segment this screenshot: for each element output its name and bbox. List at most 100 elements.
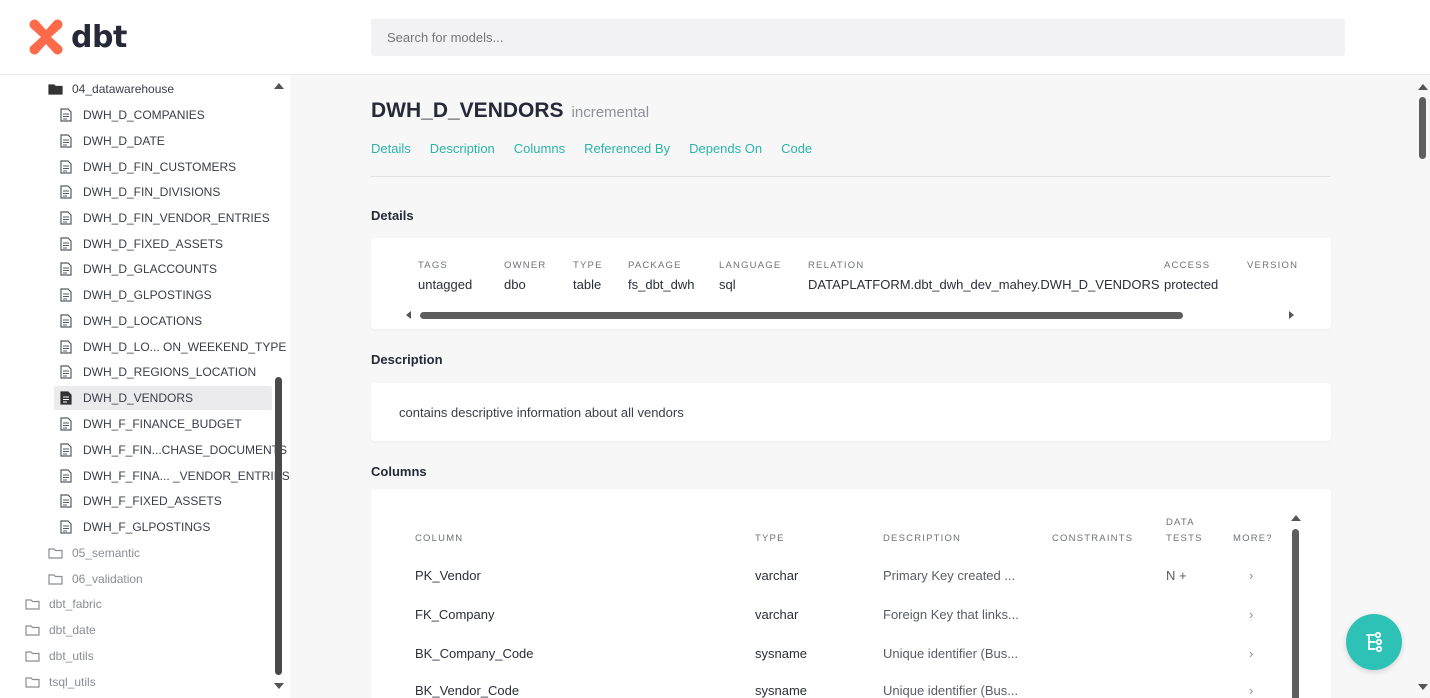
detail-key: OWNER bbox=[504, 260, 547, 271]
file-icon bbox=[58, 519, 74, 535]
search-input[interactable] bbox=[371, 19, 1345, 56]
file-icon bbox=[58, 468, 74, 484]
sidebar-item-dwh-f-fixed-assets[interactable]: DWH_F_FIXED_ASSETS bbox=[58, 489, 222, 513]
sidebar-item-label: DWH_F_FIXED_ASSETS bbox=[83, 494, 222, 508]
sidebar-item-dbt-date[interactable]: dbt_date bbox=[24, 618, 96, 642]
detail-key: PACKAGE bbox=[628, 260, 682, 271]
folder-icon bbox=[24, 596, 40, 612]
detail-key: RELATION bbox=[808, 260, 865, 271]
sidebar-item-label: DWH_D_GLACCOUNTS bbox=[83, 262, 218, 276]
sidebar-scroll-down-icon[interactable] bbox=[274, 683, 284, 689]
columns-scroll-up-icon[interactable] bbox=[1291, 515, 1301, 521]
col-header-data: DATA bbox=[1166, 517, 1195, 528]
sidebar-item-dwh-f-glpostings[interactable]: DWH_F_GLPOSTINGS bbox=[58, 515, 210, 539]
tab-description[interactable]: Description bbox=[430, 141, 495, 156]
model-tabs: Details Description Columns Referenced B… bbox=[371, 141, 812, 156]
sidebar-item-dwh-d-glaccounts[interactable]: DWH_D_GLACCOUNTS bbox=[58, 257, 217, 281]
detail-key: VERSION bbox=[1247, 260, 1299, 271]
sidebar-scroll-up-icon[interactable] bbox=[274, 83, 284, 89]
file-icon bbox=[58, 390, 74, 406]
column-tests: N + bbox=[1166, 568, 1187, 583]
detail-value: dbo bbox=[504, 277, 526, 292]
sidebar-item-06-validation[interactable]: 06_validation bbox=[47, 567, 143, 591]
column-name[interactable]: FK_Company bbox=[415, 607, 494, 622]
tabs-divider bbox=[371, 176, 1331, 177]
sidebar-item-dwh-d-glpostings[interactable]: DWH_D_GLPOSTINGS bbox=[58, 283, 212, 307]
tab-code[interactable]: Code bbox=[781, 141, 812, 156]
main-scroll-down-icon[interactable] bbox=[1418, 684, 1428, 690]
sidebar-item-label: DWH_D_FIN_CUSTOMERS bbox=[83, 160, 237, 174]
column-name[interactable]: PK_Vendor bbox=[415, 568, 481, 583]
lineage-graph-icon bbox=[1366, 631, 1383, 653]
sidebar-item-tsql-utils[interactable]: tsql_utils bbox=[24, 670, 96, 694]
row-expand-chevron-icon[interactable]: › bbox=[1249, 568, 1253, 583]
sidebar-item-dwh-f-fina-vendor-entries[interactable]: DWH_F_FINA... _VENDOR_ENTRIES bbox=[58, 464, 290, 488]
details-heading: Details bbox=[371, 208, 414, 223]
detail-value: fs_dbt_dwh bbox=[628, 277, 695, 292]
folder-icon bbox=[47, 571, 63, 587]
file-icon bbox=[58, 133, 74, 149]
sidebar-item-dwh-f-fin-chase-documents[interactable]: DWH_F_FIN...CHASE_DOCUMENTS bbox=[58, 438, 287, 462]
row-expand-chevron-icon[interactable]: › bbox=[1249, 646, 1253, 661]
columns-card: COLUMN TYPE DESCRIPTION CONSTRAINTS DATA… bbox=[371, 489, 1331, 698]
sidebar-item-05-semantic[interactable]: 05_semantic bbox=[47, 541, 140, 565]
sidebar-item-dwh-d-vendors[interactable]: DWH_D_VENDORS bbox=[54, 386, 272, 410]
sidebar-item-dwh-d-fin-vendor-entries[interactable]: DWH_D_FIN_VENDOR_ENTRIES bbox=[58, 206, 270, 230]
sidebar-item-dwh-f-finance-budget[interactable]: DWH_F_FINANCE_BUDGET bbox=[58, 412, 242, 436]
row-expand-chevron-icon[interactable]: › bbox=[1249, 607, 1253, 622]
sidebar-item-label: DWH_D_GLPOSTINGS bbox=[83, 288, 212, 302]
column-name[interactable]: BK_Company_Code bbox=[415, 646, 534, 661]
sidebar-item-label: DWH_D_COMPANIES bbox=[83, 108, 205, 122]
sidebar-item-label: DWH_D_FIN_VENDOR_ENTRIES bbox=[83, 211, 270, 225]
sidebar-item-dbt-fabric[interactable]: dbt_fabric bbox=[24, 592, 102, 616]
detail-value: protected bbox=[1164, 277, 1219, 292]
details-hscroll-thumb[interactable] bbox=[420, 312, 1183, 319]
sidebar-item-label: DWH_F_FINA... _VENDOR_ENTRIES bbox=[83, 469, 290, 483]
sidebar-item-dwh-d-fin-customers[interactable]: DWH_D_FIN_CUSTOMERS bbox=[58, 155, 236, 179]
file-icon bbox=[58, 339, 74, 355]
column-type: sysname bbox=[755, 646, 808, 661]
lineage-graph-button[interactable] bbox=[1346, 614, 1402, 670]
sidebar-item-dwh-d-regions-location[interactable]: DWH_D_REGIONS_LOCATION bbox=[58, 360, 256, 384]
sidebar-item-dbt-utils[interactable]: dbt_utils bbox=[24, 644, 94, 668]
sidebar-item-label: DWH_D_LOCATIONS bbox=[83, 314, 203, 328]
detail-value: DATAPLATFORM.dbt_dwh_dev_mahey.DWH_D_VEN… bbox=[808, 277, 1160, 292]
description-card: contains descriptive information about a… bbox=[371, 383, 1331, 441]
file-icon bbox=[58, 493, 74, 509]
file-icon bbox=[58, 416, 74, 432]
folder-icon bbox=[47, 545, 63, 561]
materialization-label: incremental bbox=[571, 104, 650, 121]
tab-depends-on[interactable]: Depends On bbox=[689, 141, 762, 156]
col-header-type: TYPE bbox=[755, 533, 785, 544]
detail-owner: OWNER dbo bbox=[504, 260, 546, 292]
main-scrollbar-thumb[interactable] bbox=[1419, 97, 1426, 159]
sidebar-item-dwh-d-lo-on-weekend-type[interactable]: DWH_D_LO... ON_WEEKEND_TYPE bbox=[58, 335, 286, 359]
sidebar-item-dwh-d-fin-divisions[interactable]: DWH_D_FIN_DIVISIONS bbox=[58, 180, 220, 204]
dbt-logo[interactable]: dbt bbox=[27, 18, 127, 56]
file-icon bbox=[58, 442, 74, 458]
tab-columns[interactable]: Columns bbox=[514, 141, 565, 156]
columns-scrollbar-thumb[interactable] bbox=[1292, 529, 1299, 698]
sidebar-scrollbar-thumb[interactable] bbox=[275, 377, 282, 675]
file-icon bbox=[58, 287, 74, 303]
main-scroll-up-icon[interactable] bbox=[1418, 84, 1428, 90]
column-name[interactable]: BK_Vendor_Code bbox=[415, 683, 519, 698]
row-expand-chevron-icon[interactable]: › bbox=[1249, 683, 1253, 698]
sidebar-item-label: 05_semantic bbox=[72, 546, 141, 560]
file-icon bbox=[58, 210, 74, 226]
file-icon bbox=[58, 364, 74, 380]
sidebar-item-04-datawarehouse[interactable]: 04_datawarehouse bbox=[47, 77, 174, 101]
details-scroll-right-icon[interactable] bbox=[1289, 311, 1294, 319]
model-name: DWH_D_VENDORS bbox=[371, 99, 564, 122]
detail-tags: TAGS untagged bbox=[418, 260, 472, 292]
col-header-description: DESCRIPTION bbox=[883, 533, 962, 544]
details-scroll-left-icon[interactable] bbox=[406, 311, 411, 319]
sidebar-item-dwh-d-fixed-assets[interactable]: DWH_D_FIXED_ASSETS bbox=[58, 232, 223, 256]
sidebar-item-dwh-d-date[interactable]: DWH_D_DATE bbox=[58, 129, 165, 153]
tab-referenced-by[interactable]: Referenced By bbox=[584, 141, 670, 156]
sidebar-item-dwh-d-locations[interactable]: DWH_D_LOCATIONS bbox=[58, 309, 202, 333]
folder-open-icon bbox=[47, 81, 63, 97]
sidebar-item-dwh-d-companies[interactable]: DWH_D_COMPANIES bbox=[58, 103, 205, 127]
column-type: varchar bbox=[755, 568, 799, 583]
tab-details[interactable]: Details bbox=[371, 141, 411, 156]
